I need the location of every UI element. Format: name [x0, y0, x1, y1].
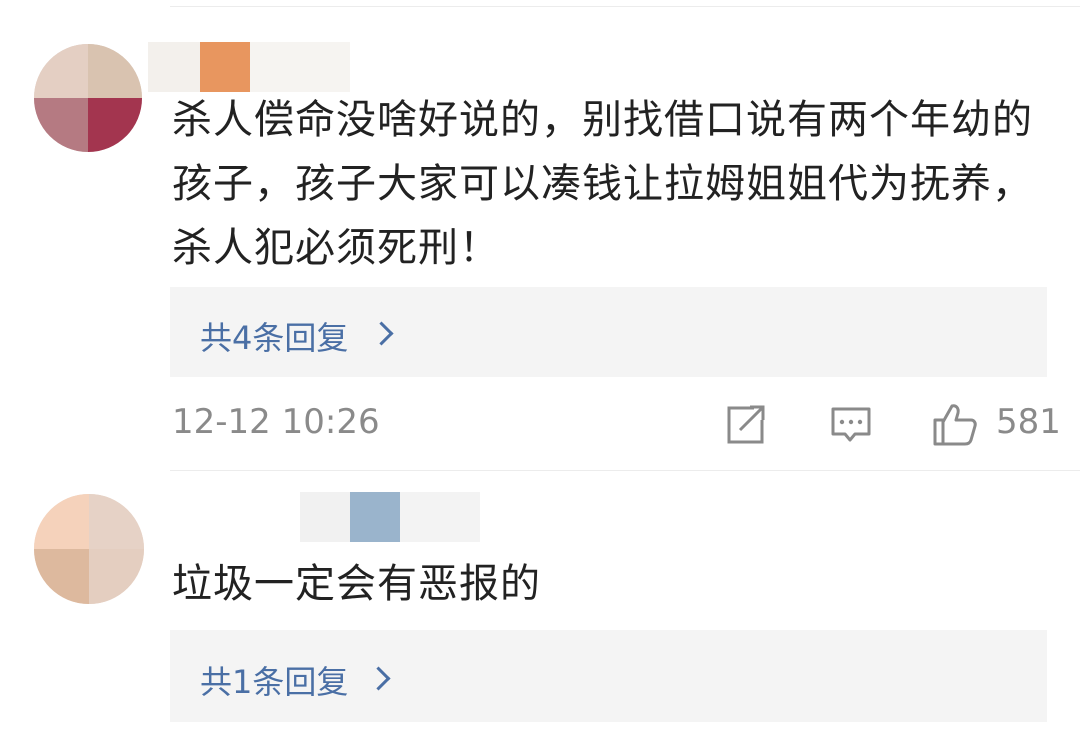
- username-redacted[interactable]: [300, 492, 490, 542]
- comment-divider: [170, 470, 1080, 471]
- username-pixel: [200, 42, 250, 92]
- comment-button[interactable]: [829, 403, 873, 447]
- avatar-pixel: [88, 44, 142, 98]
- username-redacted[interactable]: [148, 42, 358, 92]
- top-divider: [170, 6, 1080, 7]
- avatar[interactable]: [34, 44, 142, 152]
- comment-text-line: 杀人犯必须死刑！: [172, 225, 500, 271]
- comment-text: 杀人偿命没啥好说的，别找借口说有两个年幼的 孩子，孩子大家可以凑钱让拉姆姐姐代为…: [172, 88, 1033, 280]
- username-pixel: [148, 42, 200, 92]
- chevron-right-icon: [366, 666, 391, 691]
- chevron-right-icon: [369, 321, 394, 346]
- avatar-pixel: [89, 549, 144, 604]
- avatar-pixel: [88, 98, 142, 152]
- thumbs-up-icon: [933, 404, 977, 446]
- comment-text-line: 垃圾一定会有恶报的: [172, 561, 541, 607]
- username-pixel: [300, 492, 350, 542]
- avatar-pixel: [34, 549, 89, 604]
- view-replies-button[interactable]: 共4条回复: [170, 287, 1047, 377]
- avatar-pixel: [34, 98, 88, 152]
- like-button[interactable]: [931, 400, 979, 448]
- view-replies-button[interactable]: 共1条回复: [170, 630, 1047, 722]
- comment-icon: [831, 407, 871, 442]
- comment-text-line: 杀人偿命没啥好说的，别找借口说有两个年幼的: [172, 97, 1033, 143]
- share-button[interactable]: [724, 402, 768, 446]
- reply-count-label: 共4条回复: [200, 319, 349, 357]
- share-icon: [727, 405, 765, 444]
- comment-text-line: 孩子，孩子大家可以凑钱让拉姆姐姐代为抚养，: [172, 161, 1033, 207]
- reply-count-label: 共1条回复: [200, 663, 349, 701]
- username-pixel: [400, 492, 480, 542]
- like-count: 581: [996, 402, 1061, 442]
- comment-text: 垃圾一定会有恶报的: [172, 552, 541, 616]
- comment-timestamp: 12-12 10:26: [172, 402, 380, 442]
- avatar-pixel: [34, 44, 88, 98]
- avatar[interactable]: [34, 494, 144, 604]
- avatar-pixel: [34, 494, 89, 549]
- username-pixel: [350, 492, 400, 542]
- avatar-pixel: [89, 494, 144, 549]
- username-pixel: [250, 42, 350, 92]
